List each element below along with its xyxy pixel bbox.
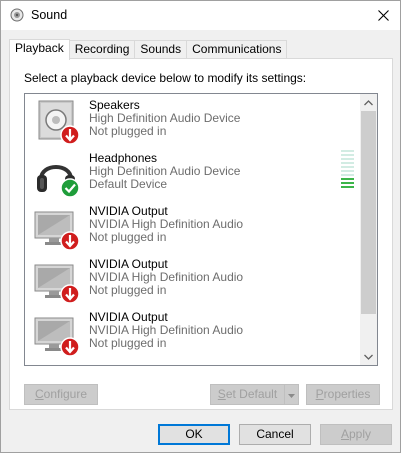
level-bar (341, 158, 354, 160)
vertical-scrollbar[interactable] (360, 94, 377, 365)
level-bar (341, 150, 354, 152)
scroll-thumb[interactable] (361, 111, 376, 314)
cancel-button[interactable]: Cancel (239, 424, 311, 445)
device-item-nvidia-output-1[interactable]: NVIDIA Output NVIDIA High Definition Aud… (31, 202, 355, 255)
device-text: Speakers High Definition Audio Device No… (89, 99, 240, 138)
level-bar (341, 166, 354, 168)
device-status: Not plugged in (89, 283, 167, 297)
device-text: NVIDIA Output NVIDIA High Definition Aud… (89, 258, 243, 297)
default-check-badge-icon (60, 178, 80, 198)
tab-playback[interactable]: Playback (9, 39, 70, 60)
tab-recording[interactable]: Recording (68, 40, 136, 59)
unplugged-badge-icon (60, 337, 80, 357)
apply-button[interactable]: Apply (320, 424, 392, 445)
device-list[interactable]: Speakers High Definition Audio Device No… (24, 93, 378, 366)
configure-accel: C (34, 387, 44, 401)
close-button[interactable] (366, 1, 400, 30)
tab-communications[interactable]: Communications (186, 40, 288, 59)
scroll-down-button[interactable] (360, 348, 377, 365)
level-bar (341, 162, 354, 164)
configure-button[interactable]: Configure (24, 384, 98, 405)
configure-label: onfigure (43, 387, 88, 401)
unplugged-badge-icon (60, 231, 80, 251)
level-bar (341, 178, 354, 180)
level-bar (341, 186, 354, 188)
close-icon (377, 10, 389, 21)
properties-label: roperties (323, 387, 371, 401)
set-default-label: et Default (225, 387, 278, 401)
tab-sounds[interactable]: Sounds (134, 40, 188, 59)
device-status: Not plugged in (89, 230, 167, 244)
instruction-text: Select a playback device below to modify… (24, 71, 307, 85)
apply-accel: A (340, 427, 349, 441)
device-item-speakers[interactable]: Speakers High Definition Audio Device No… (31, 96, 355, 149)
scroll-up-button[interactable] (360, 94, 377, 111)
level-bar (341, 154, 354, 156)
device-item-headphones[interactable]: Headphones High Definition Audio Device … (31, 149, 355, 202)
device-text: NVIDIA Output NVIDIA High Definition Aud… (89, 205, 243, 244)
set-default-dropdown[interactable] (284, 384, 299, 405)
properties-accel: P (315, 387, 324, 401)
level-bar (341, 182, 354, 184)
apply-label: pply (349, 427, 372, 441)
chevron-down-icon (364, 354, 373, 360)
unplugged-badge-icon (60, 125, 80, 145)
headphones-icon (37, 165, 80, 198)
tab-strip: Playback Recording Sounds Communications (9, 39, 288, 60)
sound-app-icon (10, 8, 24, 22)
window-title: Sound (31, 8, 68, 22)
playback-panel: Select a playback device below to modify… (9, 58, 393, 410)
set-default-button[interactable]: Set Default (210, 384, 285, 405)
speaker-icon (38, 100, 80, 145)
level-bar (341, 170, 354, 172)
level-bar (341, 174, 354, 176)
monitor-icon (34, 264, 80, 304)
volume-level-meter (341, 150, 354, 190)
device-status: Not plugged in (89, 336, 167, 350)
monitor-icon (34, 211, 80, 251)
monitor-icon (34, 317, 80, 357)
set-default-accel: S (217, 387, 226, 401)
ok-button[interactable]: OK (158, 424, 230, 445)
device-item-nvidia-output-2[interactable]: NVIDIA Output NVIDIA High Definition Aud… (31, 255, 355, 308)
caret-down-icon (288, 394, 295, 398)
title-bar[interactable]: Sound (1, 1, 400, 30)
device-item-nvidia-output-3[interactable]: NVIDIA Output NVIDIA High Definition Aud… (31, 308, 355, 361)
chevron-up-icon (364, 99, 373, 105)
sound-dialog: Sound Playback Recording Sounds Communic… (0, 0, 401, 453)
device-status: Not plugged in (89, 124, 167, 138)
unplugged-badge-icon (60, 284, 80, 304)
properties-button[interactable]: Properties (306, 384, 380, 405)
device-text: Headphones High Definition Audio Device … (89, 152, 240, 191)
device-status: Default Device (89, 177, 168, 191)
device-text: NVIDIA Output NVIDIA High Definition Aud… (89, 311, 243, 350)
